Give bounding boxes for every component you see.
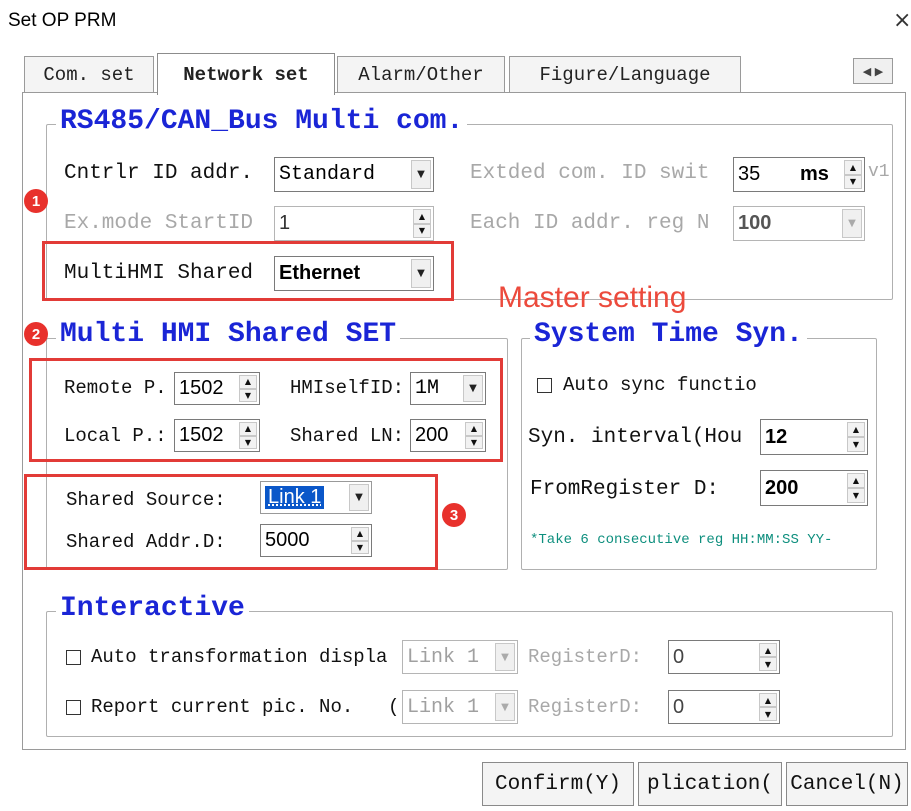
annotation-box-3 [24,474,438,570]
syn-interval-label: Syn. interval(Hou [528,426,743,449]
report-paren: ( [388,696,400,718]
auto-link-value: Link 1 [407,645,480,669]
auto-transformation-checkbox[interactable] [66,650,81,665]
cntrlr-id-value: Standard [279,163,376,186]
spinner-icon[interactable]: ▲ ▼ [759,693,777,721]
report-pic-checkbox[interactable] [66,700,81,715]
spinner-icon[interactable]: ▲ ▼ [847,422,865,452]
annotation-box-1 [42,241,454,301]
report-register-value: 0 [673,695,685,718]
cntrlr-id-select[interactable]: Standard ▼ [274,157,434,192]
annotation-badge-1: 1 [24,189,48,213]
spinner-icon[interactable]: ▲ ▼ [413,209,431,238]
annotation-box-2 [29,358,503,462]
syn-interval-input[interactable]: 12 ▲ ▼ [760,419,868,455]
time-syn-legend: System Time Syn. [530,320,807,350]
tab-figure-language[interactable]: Figure/Language [509,56,741,92]
auto-transformation-label: Auto transformation displa [91,646,388,668]
tab-com-set[interactable]: Com. set [24,56,154,92]
spinner-icon[interactable]: ▲ ▼ [847,473,865,503]
chevron-down-icon[interactable]: ▼ [495,693,515,721]
extded-value: 35 [738,163,761,185]
tab-scroll-arrows[interactable]: ◀ ▶ [853,58,893,84]
auto-sync-label: Auto sync functio [563,374,757,396]
chevron-down-icon[interactable]: ▼ [842,209,862,238]
auto-link-select[interactable]: Link 1 ▼ [402,640,518,674]
auto-register-input[interactable]: 0 ▲ ▼ [668,640,780,674]
shared-set-legend: Multi HMI Shared SET [56,320,401,350]
chevron-down-icon[interactable]: ▼ [411,160,431,189]
tab-alarm-other[interactable]: Alarm/Other [337,56,505,92]
spinner-icon[interactable]: ▲ ▼ [844,160,862,189]
close-icon[interactable]: × [893,8,911,33]
auto-register-label: RegisterD: [528,646,643,668]
report-pic-label: Report current pic. No. [91,696,354,718]
exmode-input[interactable]: 1 ▲ ▼ [274,206,434,241]
eachid-select[interactable]: 100 ▼ [733,206,865,241]
auto-sync-checkbox[interactable] [537,378,552,393]
cancel-button[interactable]: Cancel(N) [786,762,908,806]
report-register-input[interactable]: 0 ▲ ▼ [668,690,780,724]
chevron-down-icon[interactable]: ▼ [495,643,515,671]
eachid-label: Each ID addr. reg N [470,212,710,235]
confirm-button[interactable]: Confirm(Y) [482,762,634,806]
report-link-value: Link 1 [407,695,480,719]
annotation-badge-2: 2 [24,322,48,346]
syn-interval-value: 12 [765,425,788,448]
from-register-value: 200 [765,476,799,499]
auto-register-value: 0 [673,645,685,668]
time-syn-note: *Take 6 consecutive reg HH:MM:SS YY- [530,532,833,548]
interactive-legend: Interactive [56,594,249,624]
window-title: Set OP PRM [8,10,117,31]
extded-label: Extded com. ID swit [470,162,710,185]
report-register-label: RegisterD: [528,696,643,718]
from-register-input[interactable]: 200 ▲ ▼ [760,470,868,506]
cntrlr-id-label: Cntrlr ID addr. [64,162,254,185]
report-link-select[interactable]: Link 1 ▼ [402,690,518,724]
extded-unit: ms [800,163,829,185]
annotation-badge-3: 3 [442,503,466,527]
tab-network-set[interactable]: Network set [157,53,335,95]
rs485-legend: RS485/CAN_Bus Multi com. [56,107,468,137]
from-register-label: FromRegister D: [530,478,720,501]
exmode-value: 1 [279,212,291,234]
application-button[interactable]: plication( [638,762,782,806]
master-setting-note: Master setting [498,281,687,314]
eachid-value: 100 [738,212,772,234]
exmode-label: Ex.mode StartID [64,212,254,235]
extded-input[interactable]: 35 ms ▲ ▼ [733,157,865,192]
extded-tail: v1 [868,162,890,182]
spinner-icon[interactable]: ▲ ▼ [759,643,777,671]
